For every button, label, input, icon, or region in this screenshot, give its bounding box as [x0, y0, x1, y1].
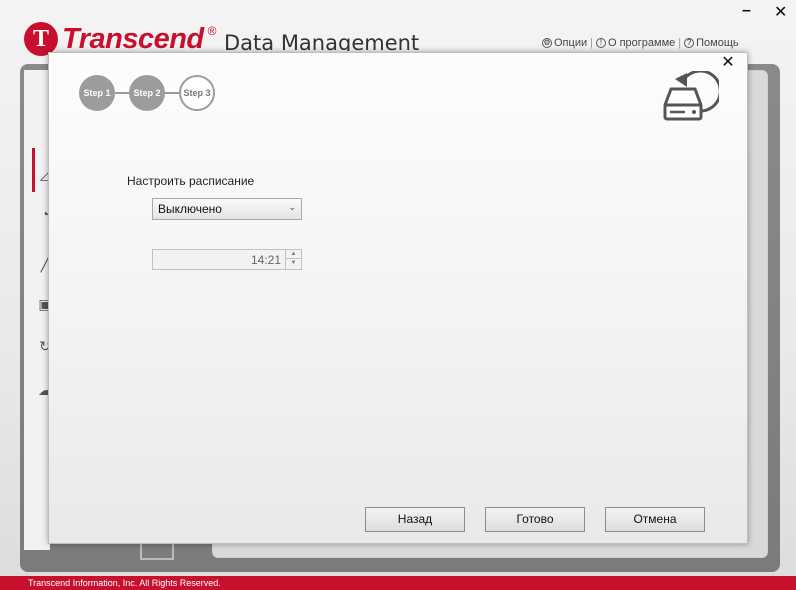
spin-down-icon[interactable]: ▼ [286, 259, 301, 268]
minimize-button[interactable]: – [742, 2, 751, 20]
time-spinner: ▲ ▼ [285, 250, 301, 269]
gear-icon: ⚙ [542, 38, 552, 48]
help-link[interactable]: ? Помощь [684, 37, 739, 49]
about-label: О программе [607, 37, 676, 49]
help-label: Помощь [696, 37, 739, 49]
top-menu: ⚙ Опции | ! О программе | ? Помощь [542, 36, 739, 50]
spin-up-icon[interactable]: ▲ [286, 250, 301, 259]
done-button[interactable]: Готово [485, 507, 585, 532]
schedule-label: Настроить расписание [127, 174, 255, 188]
transcend-logo-icon: T [24, 22, 58, 56]
drive-restore-icon [663, 71, 719, 121]
sidebar-active-indicator [32, 148, 35, 192]
step-2: Step 2 [129, 75, 165, 111]
help-icon: ? [684, 38, 695, 48]
menu-divider: | [678, 37, 682, 49]
dialog-close-button[interactable]: ✕ [720, 55, 736, 71]
brand-name: Transcend [62, 22, 204, 55]
step-connector [165, 92, 179, 94]
brand-registered-mark: ® [207, 24, 217, 38]
schedule-select[interactable]: Выключено ⌄ [152, 198, 302, 220]
about-link[interactable]: ! О программе [595, 37, 676, 49]
back-button[interactable]: Назад [365, 507, 465, 532]
step-indicator: Step 1 Step 2 Step 3 [79, 75, 215, 111]
app-title: Data Management [224, 31, 420, 51]
info-icon: ! [595, 38, 606, 48]
options-label: Опции [554, 37, 588, 49]
schedule-select-value: Выключено [158, 202, 222, 216]
chevron-down-icon: ⌄ [288, 202, 296, 212]
app-close-button[interactable]: ✕ [774, 2, 787, 22]
cancel-button[interactable]: Отмена [605, 507, 705, 532]
step-connector [115, 92, 129, 94]
footer-copyright: Transcend Information, Inc. All Rights R… [0, 576, 796, 590]
options-link[interactable]: ⚙ Опции [542, 37, 587, 49]
menu-divider: | [590, 37, 593, 49]
step-1: Step 1 [79, 75, 115, 111]
time-picker[interactable]: 14:21 ▲ ▼ [152, 249, 302, 270]
step-3: Step 3 [179, 75, 215, 111]
schedule-dialog: ✕ Step 1 Step 2 Step 3 Настроить расписа… [48, 52, 748, 544]
time-value: 14:21 [250, 253, 281, 267]
brand-logo: T Transcend ® [24, 22, 216, 56]
